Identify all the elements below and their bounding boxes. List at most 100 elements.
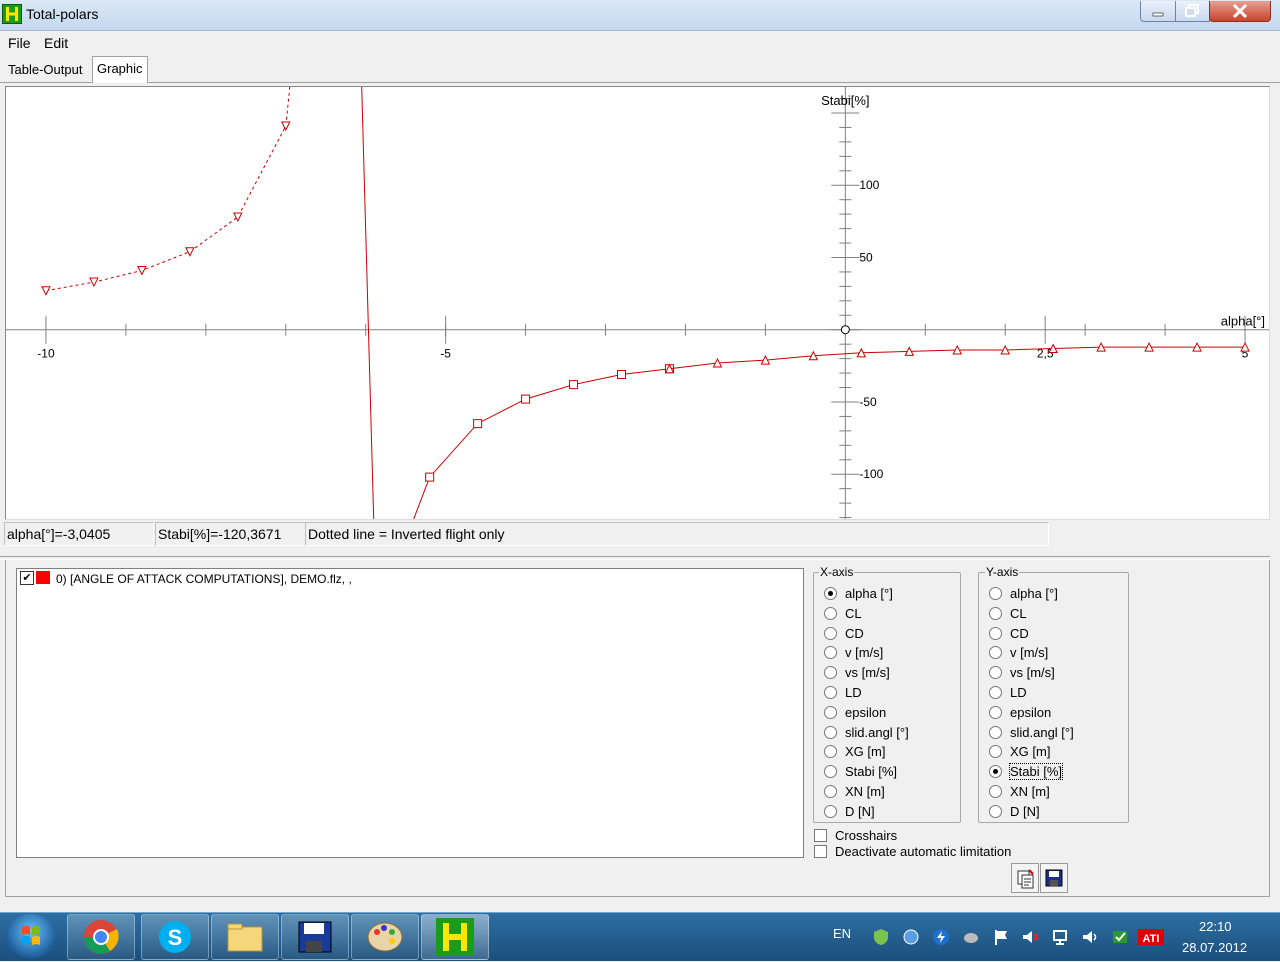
x-axis-option[interactable]: alpha [°] (824, 585, 909, 603)
taskbar-skype[interactable]: S (141, 914, 209, 960)
x-axis-option[interactable]: CD (824, 625, 909, 643)
close-button[interactable] (1209, 1, 1271, 22)
deactivate-limitation-checkbox[interactable]: Deactivate automatic limitation (814, 844, 1011, 860)
crosshairs-box[interactable] (814, 829, 827, 843)
x-axis-radio[interactable] (824, 686, 837, 700)
x-axis-option[interactable]: slid.angl [°] (824, 724, 909, 742)
taskbar-explorer[interactable] (211, 914, 279, 960)
clock-date[interactable]: 28.07.2012 (1182, 940, 1247, 955)
y-axis-option-label: slid.angl [°] (1010, 724, 1074, 740)
y-axis-radio[interactable] (989, 785, 1002, 799)
y-axis-radio[interactable] (989, 686, 1002, 700)
tab-graphic[interactable]: Graphic (92, 56, 148, 83)
x-axis-radio[interactable] (824, 745, 837, 759)
lightning-icon[interactable] (932, 928, 950, 946)
y-axis-option[interactable]: slid.angl [°] (989, 724, 1074, 742)
mouse-icon[interactable] (962, 928, 980, 946)
y-axis-radio[interactable] (989, 587, 1002, 601)
y-axis-option[interactable]: CD (989, 625, 1074, 643)
x-axis-option[interactable]: LD (824, 684, 909, 702)
floppy-disk-icon (1045, 869, 1063, 887)
x-axis-option[interactable]: XG [m] (824, 743, 909, 761)
graph-area[interactable]: -10 -5 2,5 5 100 50 -50 -100 alpha[°] Stabi[%] (5, 86, 1270, 520)
minimize-button[interactable] (1140, 1, 1175, 22)
x-axis-option-label: XN [m] (845, 783, 885, 799)
x-axis-option-label: CD (845, 625, 864, 641)
y-axis-option-label: v [m/s] (1010, 645, 1049, 661)
x-axis-option[interactable]: epsilon (824, 704, 909, 722)
y-axis-option[interactable]: XN [m] (989, 783, 1074, 801)
x-axis-radio[interactable] (824, 705, 837, 719)
x-axis-radio[interactable] (824, 626, 837, 640)
y-axis-options: alpha [°] CL CD v [m/s] vs [m/s] LD epsilon sli… (989, 585, 1074, 823)
y-axis-radio[interactable] (989, 745, 1002, 759)
y-axis-radio[interactable] (989, 666, 1002, 680)
x-axis-radio[interactable] (824, 785, 837, 799)
green-check-icon[interactable] (1111, 928, 1129, 946)
tab-table-output[interactable]: Table-Output (4, 58, 86, 82)
y-axis-radio[interactable] (989, 765, 1002, 779)
y-axis-label: Stabi[%] (821, 93, 869, 108)
taskbar-total-polars[interactable] (421, 914, 489, 960)
x-axis-radio[interactable] (824, 804, 837, 818)
series-checkbox[interactable]: ✔ (20, 571, 34, 585)
x-axis-radio[interactable] (824, 587, 837, 601)
data-point-square (425, 472, 435, 482)
y-axis-radio[interactable] (989, 725, 1002, 739)
x-axis-radio[interactable] (824, 765, 837, 779)
x-axis-option[interactable]: v [m/s] (824, 644, 909, 662)
taskbar-paint[interactable] (351, 914, 419, 960)
action-center-flag-icon[interactable] (992, 928, 1010, 946)
app-icon (2, 4, 22, 24)
security-shield-icon[interactable] (872, 928, 890, 946)
x-axis-radio[interactable] (824, 725, 837, 739)
save-button[interactable] (1040, 863, 1068, 893)
x-axis-radio[interactable] (824, 606, 837, 620)
copy-icon (1017, 869, 1034, 889)
taskbar-chrome[interactable] (67, 914, 135, 960)
y-axis-radio[interactable] (989, 606, 1002, 620)
y-axis-option[interactable]: Stabi [%] (989, 763, 1074, 781)
y-axis-radio[interactable] (989, 626, 1002, 640)
x-axis-option[interactable]: Stabi [%] (824, 763, 909, 781)
deactivate-limitation-box[interactable] (814, 845, 827, 859)
language-indicator[interactable]: EN (833, 926, 851, 941)
clock-time[interactable]: 22:10 (1199, 919, 1232, 934)
menu-edit[interactable]: Edit (44, 35, 68, 51)
y-axis-radio[interactable] (989, 705, 1002, 719)
y-axis-radio[interactable] (989, 646, 1002, 660)
y-axis-option[interactable]: XG [m] (989, 743, 1074, 761)
maximize-button[interactable] (1175, 1, 1210, 22)
svg-text:ATI: ATI (1143, 933, 1160, 945)
x-axis-option[interactable]: vs [m/s] (824, 664, 909, 682)
x-axis-option[interactable]: XN [m] (824, 783, 909, 801)
y-axis-option[interactable]: epsilon (989, 704, 1074, 722)
svg-text:S: S (168, 925, 183, 950)
series-list[interactable] (16, 568, 804, 858)
y-axis-option[interactable]: CL (989, 605, 1074, 623)
x-axis-options: alpha [°] CL CD v [m/s] vs [m/s] LD epsilon sli… (824, 585, 909, 823)
taskbar-floppy-app[interactable] (281, 914, 349, 960)
menu-file[interactable]: File (8, 35, 31, 51)
start-button[interactable] (6, 914, 56, 958)
crosshairs-checkbox[interactable]: Crosshairs (814, 828, 897, 844)
network-icon[interactable] (1051, 928, 1069, 946)
series-label[interactable]: 0) [ANGLE OF ATTACK COMPUTATIONS], DEMO.… (56, 572, 352, 586)
y-axis-option[interactable]: v [m/s] (989, 644, 1074, 662)
x-axis-option[interactable]: D [N] (824, 803, 909, 821)
x-tick-label: -5 (440, 347, 451, 361)
data-point-triangle-down (280, 121, 291, 132)
speaker-muted-icon[interactable] (1021, 928, 1039, 946)
x-axis-option[interactable]: CL (824, 605, 909, 623)
copy-button[interactable] (1011, 863, 1039, 893)
y-axis-option[interactable]: alpha [°] (989, 585, 1074, 603)
y-axis-option[interactable]: LD (989, 684, 1074, 702)
x-axis-radio[interactable] (824, 666, 837, 680)
y-axis-option[interactable]: vs [m/s] (989, 664, 1074, 682)
y-axis-option[interactable]: D [N] (989, 803, 1074, 821)
volume-icon[interactable] (1081, 928, 1099, 946)
network-globe-icon[interactable] (902, 928, 920, 946)
ati-icon[interactable]: ATI (1138, 928, 1164, 946)
y-axis-radio[interactable] (989, 804, 1002, 818)
x-axis-radio[interactable] (824, 646, 837, 660)
